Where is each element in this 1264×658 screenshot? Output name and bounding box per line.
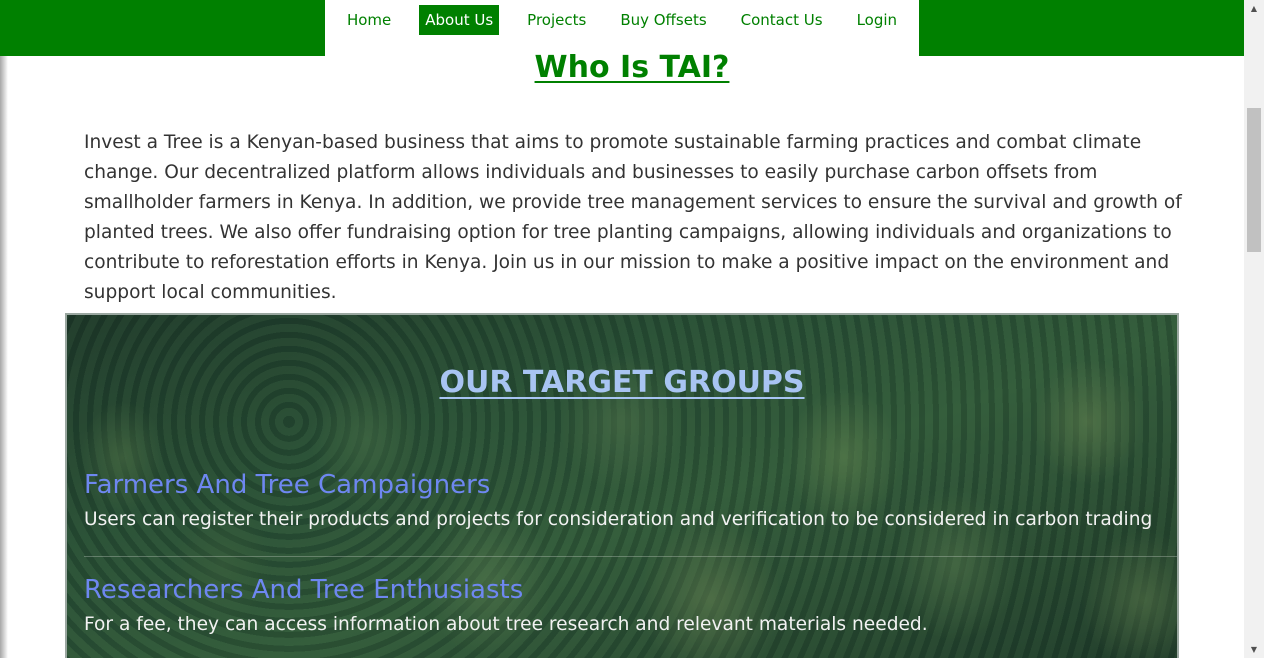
scroll-up-arrow-icon[interactable]: ▲ — [1244, 0, 1264, 17]
about-title: Who Is TAI? — [534, 50, 730, 85]
nav-contact-us[interactable]: Contact Us — [735, 5, 829, 35]
nav-buy-offsets[interactable]: Buy Offsets — [614, 5, 712, 35]
target-groups-title: OUR TARGET GROUPS — [439, 365, 805, 400]
target-group-description: Users can register their products and pr… — [84, 509, 1153, 530]
scroll-down-arrow-icon[interactable]: ▼ — [1244, 641, 1264, 658]
target-group-heading: Researchers And Tree Enthusiasts — [84, 575, 524, 605]
page: Home About Us Projects Buy Offsets Conta… — [0, 0, 1244, 658]
nav-home[interactable]: Home — [341, 5, 397, 35]
about-description: Invest a Tree is a Kenyan-based business… — [84, 132, 1182, 303]
vertical-scrollbar[interactable]: ▲ ▼ — [1244, 0, 1264, 658]
target-group-heading: Farmers And Tree Campaigners — [84, 470, 491, 500]
group-divider — [84, 556, 1177, 557]
target-groups-section: OUR TARGET GROUPS Farmers And Tree Campa… — [65, 313, 1179, 658]
scrollbar-thumb[interactable] — [1247, 108, 1261, 252]
main-nav: Home About Us Projects Buy Offsets Conta… — [325, 0, 919, 56]
left-edge-shadow — [0, 56, 8, 658]
nav-projects[interactable]: Projects — [521, 5, 592, 35]
target-group-item: Researchers And Tree Enthusiasts For a f… — [84, 575, 1177, 637]
nav-login[interactable]: Login — [851, 5, 903, 35]
target-group-item: Farmers And Tree Campaigners Users can r… — [84, 470, 1177, 532]
target-group-description: For a fee, they can access information a… — [84, 614, 928, 635]
nav-about-us[interactable]: About Us — [419, 5, 500, 35]
